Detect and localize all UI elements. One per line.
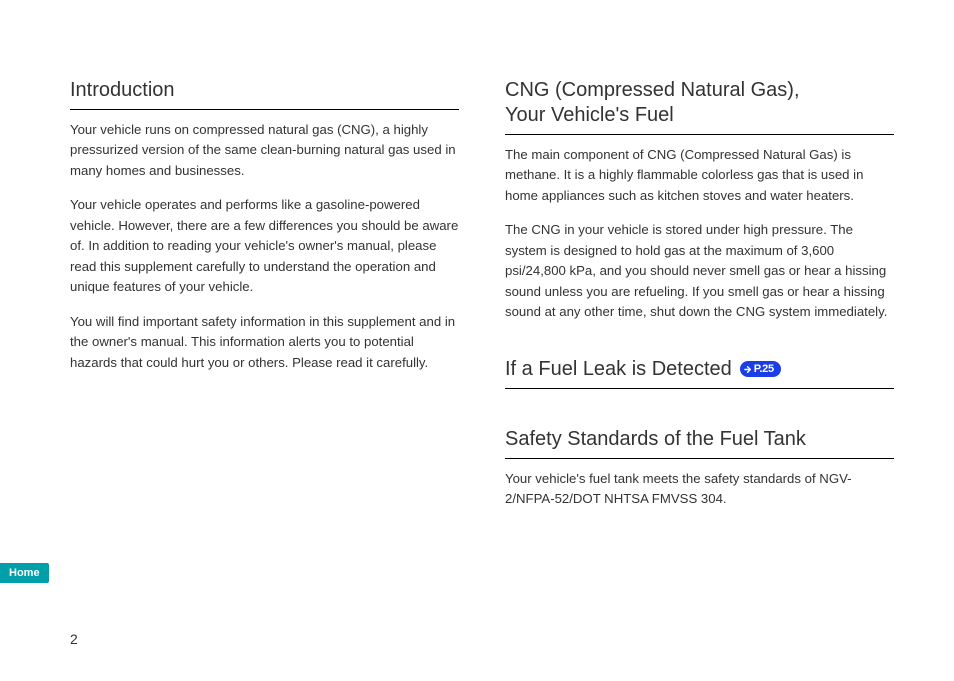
arrow-right-icon <box>744 365 753 374</box>
safety-standards-block: Safety Standards of the Fuel Tank Your v… <box>505 427 894 510</box>
page-reference-label: P.25 <box>754 363 774 375</box>
page-number: 2 <box>70 631 78 647</box>
intro-paragraph-3: You will find important safety informati… <box>70 312 459 373</box>
cng-heading: CNG (Compressed Natural Gas), Your Vehic… <box>505 78 894 135</box>
introduction-heading: Introduction <box>70 78 459 110</box>
cng-paragraph-1: The main component of CNG (Compressed Na… <box>505 145 894 206</box>
fuel-leak-heading: If a Fuel Leak is Detected <box>505 357 732 382</box>
cng-heading-line1: CNG (Compressed Natural Gas), <box>505 79 800 101</box>
cng-paragraph-2: The CNG in your vehicle is stored under … <box>505 220 894 322</box>
home-tab[interactable]: Home <box>0 563 49 583</box>
right-column: CNG (Compressed Natural Gas), Your Vehic… <box>505 78 894 524</box>
left-column: Introduction Your vehicle runs on compre… <box>70 78 459 524</box>
page-content: Introduction Your vehicle runs on compre… <box>0 0 954 564</box>
fuel-leak-heading-row: If a Fuel Leak is Detected P.25 <box>505 357 894 389</box>
page-reference-badge[interactable]: P.25 <box>740 361 781 377</box>
safety-standards-heading: Safety Standards of the Fuel Tank <box>505 427 894 459</box>
cng-heading-line2: Your Vehicle's Fuel <box>505 104 674 126</box>
safety-paragraph-1: Your vehicle's fuel tank meets the safet… <box>505 469 894 510</box>
intro-paragraph-1: Your vehicle runs on compressed natural … <box>70 120 459 181</box>
intro-paragraph-2: Your vehicle operates and performs like … <box>70 195 459 297</box>
